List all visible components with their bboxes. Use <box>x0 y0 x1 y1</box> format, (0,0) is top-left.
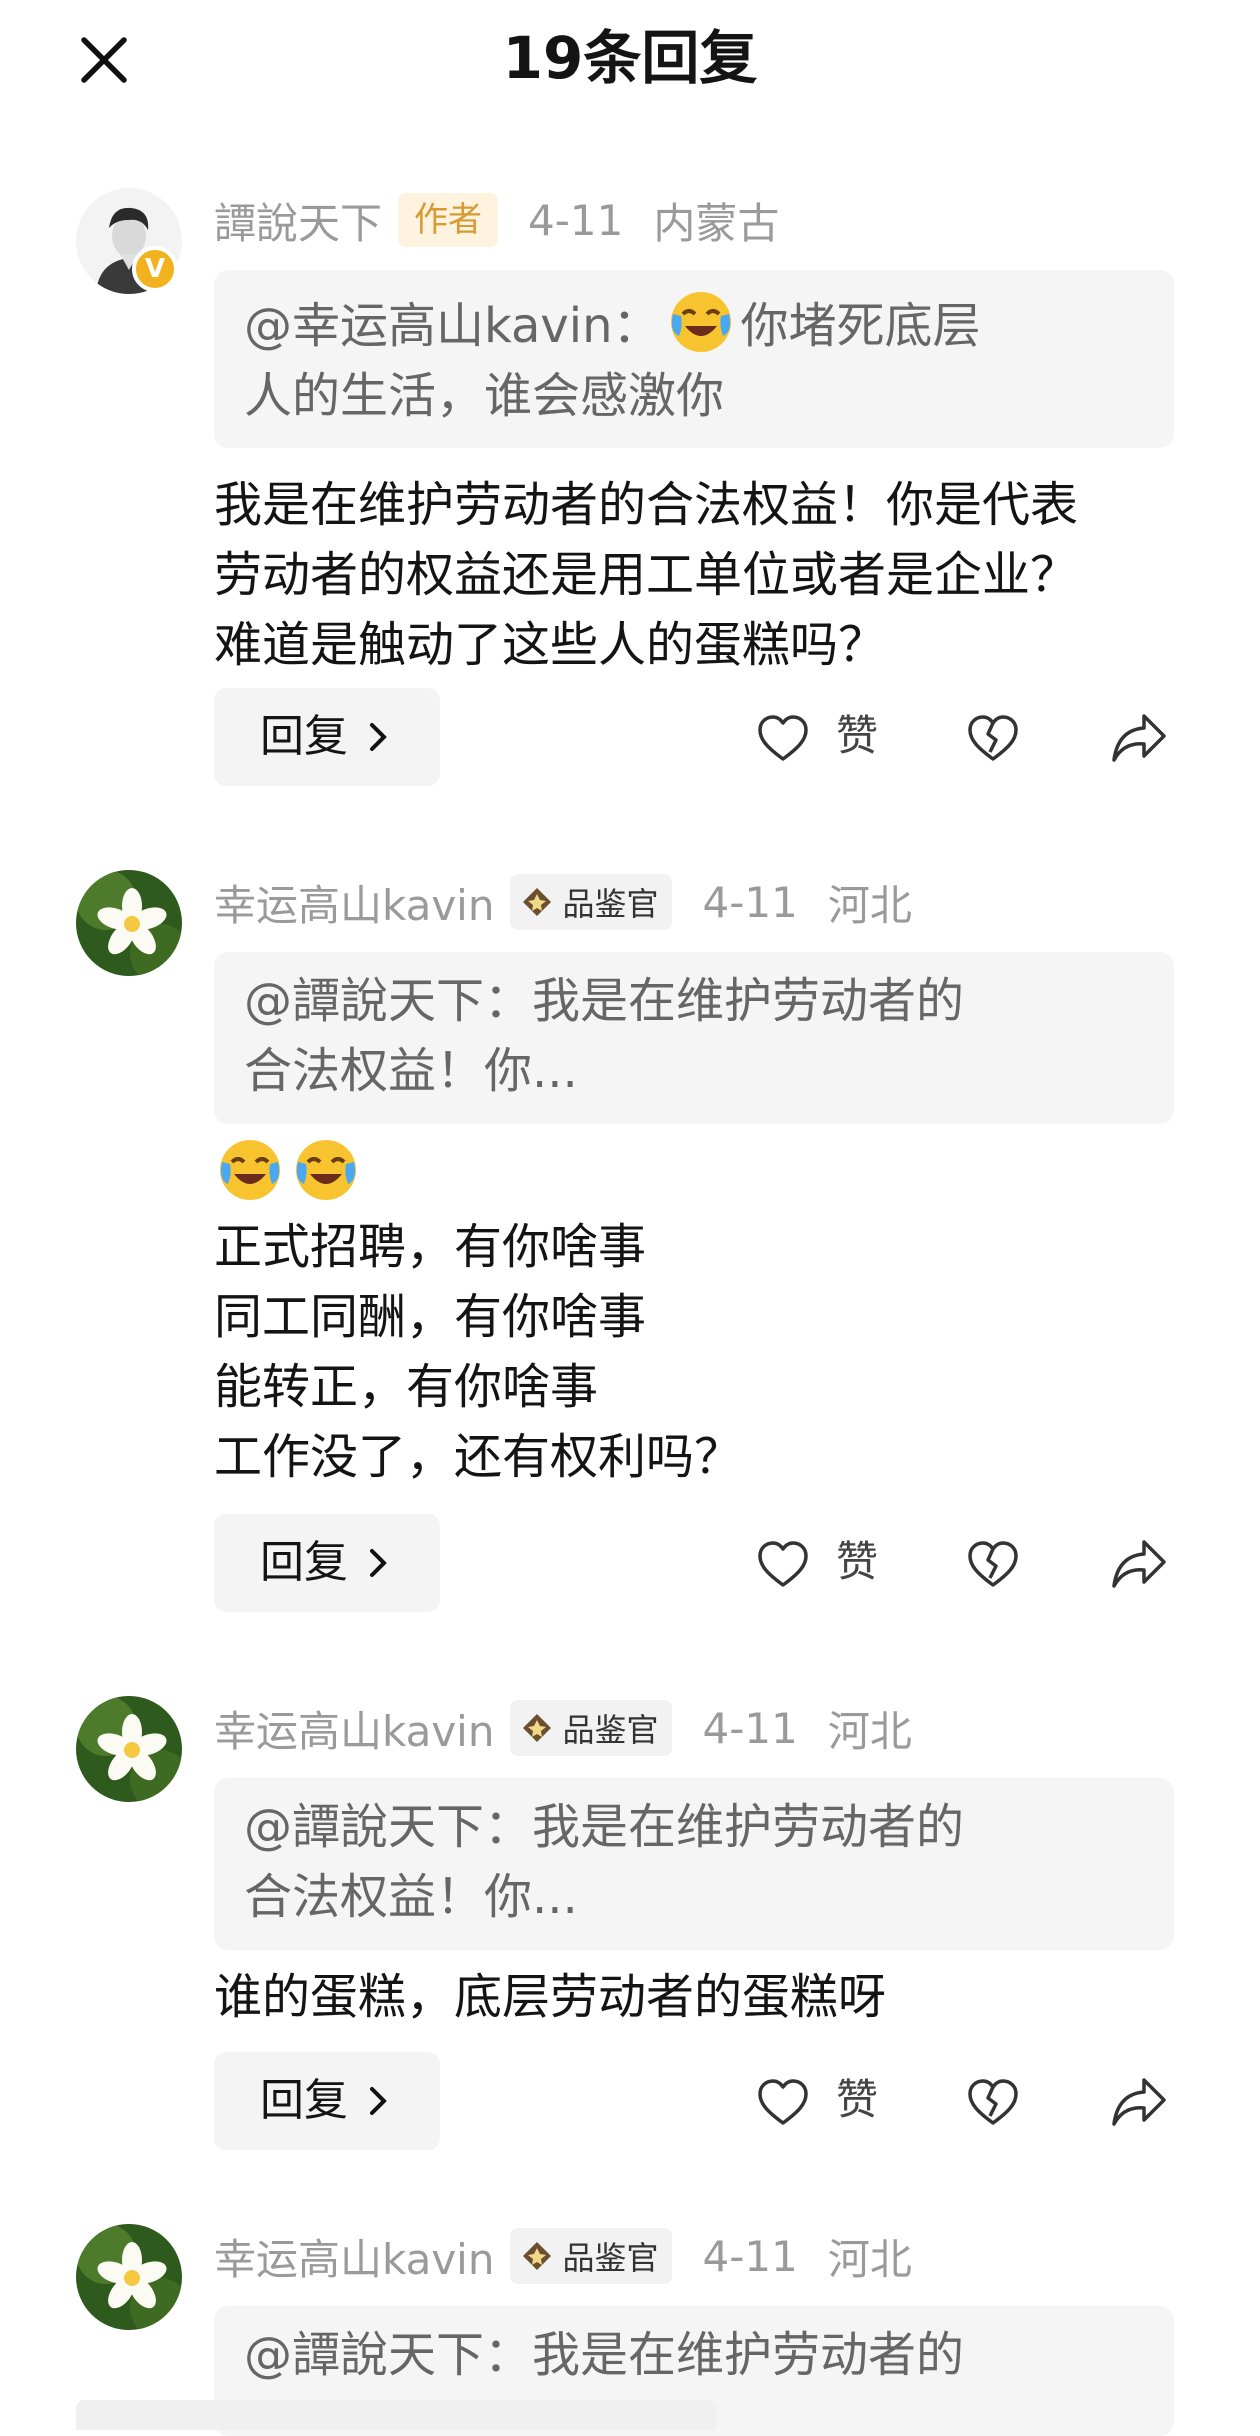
comment-body: 我是在维护劳动者的合法权益！你是代表 劳动者的权益还是用工单位或者是企业？ 难道… <box>214 470 1194 680</box>
quoted-comment[interactable]: @譚說天下：我是在维护劳动者的 合法权益！你... <box>214 952 1174 1124</box>
heart-outline-icon <box>758 1541 808 1587</box>
verified-badge: V <box>132 246 178 292</box>
reply-button[interactable]: 回复 <box>214 688 440 786</box>
comment-meta: 譚說天下 作者 4-11 内蒙古 <box>214 190 779 250</box>
comment-actions: 回复 赞 <box>0 2052 1260 2150</box>
broken-heart-icon <box>968 2079 1018 2125</box>
comment-meta: 幸运高山kavin 品鉴官 4-11 河北 <box>214 1698 912 1758</box>
quote-line: 合法权益！你... <box>244 1043 578 1099</box>
like-label[interactable]: 赞 <box>836 1532 878 1592</box>
chevron-right-icon <box>370 723 387 751</box>
share-arrow-icon <box>1112 2078 1166 2126</box>
diamond-badge-icon <box>523 1714 552 1742</box>
comment-date: 4-11 <box>702 1703 798 1753</box>
comment-location: 河北 <box>827 1706 912 1756</box>
laughing-tears-emoji-icon <box>214 1132 286 1204</box>
share-button[interactable] <box>1110 710 1168 766</box>
comment-location: 河北 <box>827 880 912 930</box>
page-title: 19条回复 <box>502 24 758 92</box>
quote-line: @幸运高山kavin： <box>244 298 661 354</box>
emoji-row <box>214 1132 1194 1212</box>
reply-button[interactable]: 回复 <box>214 2052 440 2150</box>
reply-label: 回复 <box>260 711 348 762</box>
comment-location: 内蒙古 <box>653 198 780 248</box>
body-line: 我是在维护劳动者的合法权益！你是代表 <box>214 477 1079 533</box>
broken-heart-icon <box>968 715 1018 761</box>
diamond-badge-icon <box>523 2242 552 2270</box>
rank-tag: 品鉴官 <box>510 2228 673 2284</box>
quote-line: 你堵死底层 <box>740 298 981 354</box>
quote-line: @譚說天下：我是在维护劳动者的 <box>244 1799 965 1855</box>
share-button[interactable] <box>1110 1536 1168 1592</box>
body-line: 难道是触动了这些人的蛋糕吗？ <box>214 617 887 673</box>
comment-actions: 回复 赞 <box>0 688 1260 786</box>
username[interactable]: 幸运高山kavin <box>214 1698 494 1759</box>
rank-tag: 品鉴官 <box>510 1700 673 1756</box>
broken-heart-icon <box>968 1541 1018 1587</box>
bottom-overlay <box>76 2400 716 2430</box>
quote-line: 合法权益！你... <box>244 1869 578 1925</box>
rank-label: 品鉴官 <box>562 1711 659 1749</box>
comment-meta: 幸运高山kavin 品鉴官 4-11 河北 <box>214 2226 912 2286</box>
comment-date: 4-11 <box>528 195 624 245</box>
avatar[interactable] <box>76 1696 182 1802</box>
body-line: 能转正，有你啥事 <box>214 1359 599 1415</box>
body-line: 劳动者的权益还是用工单位或者是企业？ <box>214 547 1079 603</box>
username[interactable]: 幸运高山kavin <box>214 872 494 933</box>
comment-date: 4-11 <box>702 2231 798 2281</box>
comment-meta: 幸运高山kavin 品鉴官 4-11 河北 <box>214 872 912 932</box>
body-line: 正式招聘，有你啥事 <box>214 1219 647 1275</box>
comment-date: 4-11 <box>702 877 798 927</box>
like-button[interactable] <box>756 2076 810 2130</box>
share-arrow-icon <box>1112 1540 1166 1588</box>
quote-line: @譚說天下：我是在维护劳动者的 <box>244 973 965 1029</box>
body-line: 同工同酬，有你啥事 <box>214 1289 647 1345</box>
laughing-tears-emoji-icon <box>665 284 737 356</box>
avatar[interactable] <box>76 2224 182 2330</box>
quote-line: @譚說天下：我是在维护劳动者的 <box>244 2327 965 2383</box>
dislike-button[interactable] <box>966 2076 1020 2130</box>
author-tag: 作者 <box>398 193 499 247</box>
comment-actions: 回复 赞 <box>0 1514 1260 1612</box>
diamond-badge-icon <box>523 888 552 916</box>
quoted-comment[interactable]: @譚說天下：我是在维护劳动者的 合法权益！你... <box>214 1778 1174 1950</box>
dislike-button[interactable] <box>966 1538 1020 1592</box>
rank-tag: 品鉴官 <box>510 874 673 930</box>
like-button[interactable] <box>756 712 810 766</box>
quoted-comment[interactable]: @幸运高山kavin： 你堵死底层 人的生活，谁会感激你 <box>214 270 1174 448</box>
chevron-right-icon <box>370 2087 387 2115</box>
chevron-right-icon <box>370 1549 387 1577</box>
body-line: 谁的蛋糕，底层劳动者的蛋糕呀 <box>214 1969 887 2025</box>
heart-outline-icon <box>758 715 808 761</box>
reply-label: 回复 <box>260 1537 348 1588</box>
share-button[interactable] <box>1110 2074 1168 2130</box>
header-bar: 19条回复 <box>0 0 1260 120</box>
share-arrow-icon <box>1112 714 1166 762</box>
heart-outline-icon <box>758 2079 808 2125</box>
username[interactable]: 譚說天下 <box>214 190 382 251</box>
body-line: 工作没了，还有权利吗？ <box>214 1429 743 1485</box>
dislike-button[interactable] <box>966 712 1020 766</box>
comment-body: 谁的蛋糕，底层劳动者的蛋糕呀 <box>214 1962 1194 2032</box>
like-label[interactable]: 赞 <box>836 706 878 766</box>
username[interactable]: 幸运高山kavin <box>214 2226 494 2287</box>
comment-location: 河北 <box>827 2234 912 2284</box>
reply-label: 回复 <box>260 2075 348 2126</box>
quote-line: 人的生活，谁会感激你 <box>244 368 725 424</box>
like-label[interactable]: 赞 <box>836 2070 878 2130</box>
comment-body: 正式招聘，有你啥事 同工同酬，有你啥事 能转正，有你啥事 工作没了，还有权利吗？ <box>214 1132 1194 1492</box>
like-button[interactable] <box>756 1538 810 1592</box>
avatar[interactable] <box>76 870 182 976</box>
reply-button[interactable]: 回复 <box>214 1514 440 1612</box>
rank-label: 品鉴官 <box>562 885 659 923</box>
rank-label: 品鉴官 <box>562 2239 659 2277</box>
laughing-tears-emoji-icon <box>290 1132 362 1204</box>
